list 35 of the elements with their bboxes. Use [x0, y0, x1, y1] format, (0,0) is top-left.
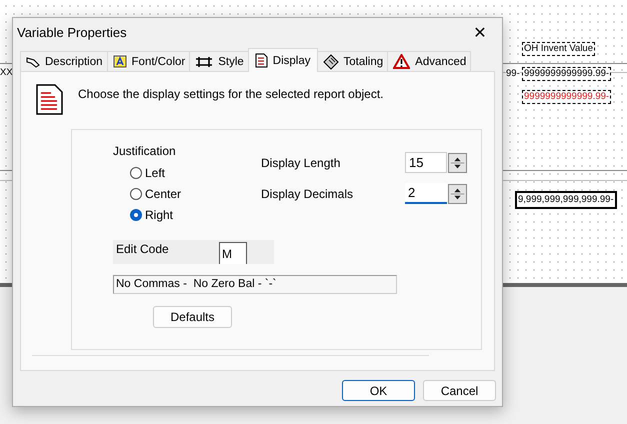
dialog-button[interactable]: Cancel: [423, 380, 496, 401]
field-label: Display Decimals: [261, 186, 354, 200]
radio-option[interactable]: Left: [130, 162, 166, 183]
tab[interactable]: Display: [248, 48, 318, 72]
instruction-text: Choose the display settings for the selected report object.: [78, 87, 384, 101]
total-field[interactable]: 9,999,999,999,999.99-: [515, 191, 617, 209]
warning-icon: [393, 54, 410, 69]
number-field[interactable]: 2: [405, 183, 447, 204]
value-field[interactable]: 9999999999999.99-: [522, 90, 612, 104]
tab[interactable]: Totaling: [316, 51, 388, 71]
tab[interactable]: Advanced: [387, 51, 472, 71]
field-label: Edit Code: [116, 242, 170, 258]
field-text: XX: [0, 67, 13, 79]
document-icon: [36, 84, 63, 115]
document-icon: [254, 53, 268, 68]
calculator-icon: [322, 54, 339, 70]
group-label: Justification: [113, 144, 177, 160]
edit-code-field[interactable]: M: [219, 242, 247, 264]
defaults-button[interactable]: Defaults: [153, 306, 232, 328]
value-field[interactable]: 9999999999999.99-: [522, 67, 612, 81]
description-field: No Commas - No Zero Bal - `-`: [113, 275, 397, 294]
field-label: Display Length: [261, 156, 342, 170]
border-icon: [195, 56, 214, 68]
spinner-icon[interactable]: [448, 184, 467, 204]
radio-option[interactable]: Right: [130, 204, 174, 225]
dialog-button[interactable]: OK: [342, 380, 415, 401]
field-text: 99-: [506, 68, 520, 80]
column-header[interactable]: OH Invent Value: [522, 42, 596, 56]
window-title: Variable Properties: [17, 24, 127, 40]
tab[interactable]: Description: [20, 51, 108, 71]
close-button[interactable]: ✕: [470, 22, 490, 42]
spinner-icon[interactable]: [448, 152, 467, 172]
font-icon: [112, 55, 127, 68]
radio-option[interactable]: Center: [130, 183, 182, 204]
number-field[interactable]: 15: [405, 152, 447, 173]
